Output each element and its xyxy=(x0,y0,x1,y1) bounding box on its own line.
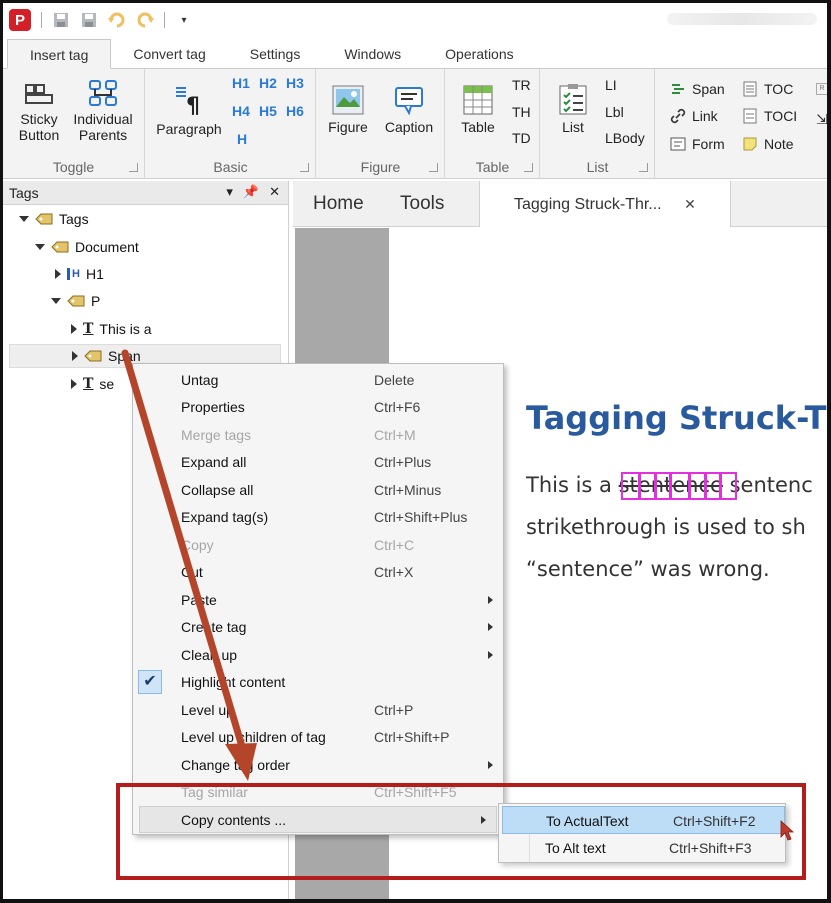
annotation-arrow xyxy=(121,349,795,841)
mouse-cursor-icon xyxy=(780,820,795,841)
app-window: P ▾ Insert tag Convert tag Settings Wind… xyxy=(0,0,831,903)
